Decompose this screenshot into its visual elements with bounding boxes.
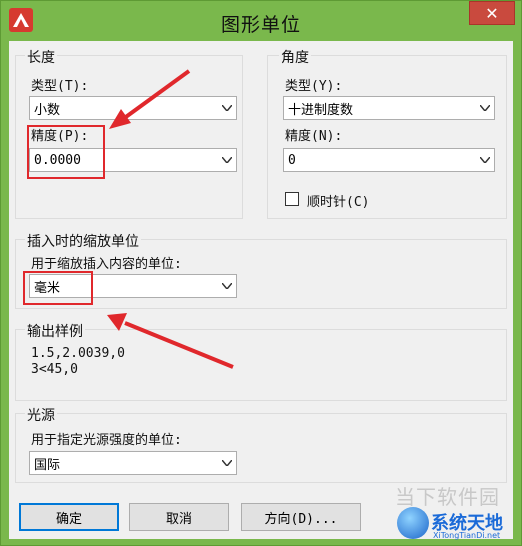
insertion-units-label: 用于缩放插入内容的单位: bbox=[31, 257, 182, 272]
annotation-box-insertion-units bbox=[23, 271, 93, 305]
angle-type-select[interactable]: 十进制度数 bbox=[283, 96, 495, 120]
watermark: 当下软件园 系统天地 XiTongTianDi.net bbox=[361, 479, 521, 543]
lighting-units-label: 用于指定光源强度的单位: bbox=[31, 433, 182, 448]
sample-output-group bbox=[15, 329, 507, 401]
angle-group-label: 角度 bbox=[279, 47, 311, 67]
cancel-button[interactable]: 取消 bbox=[129, 503, 229, 531]
length-group-label: 长度 bbox=[25, 47, 57, 67]
watermark-text-1: 当下软件园 bbox=[395, 485, 500, 509]
sample-output-line-1: 1.5,2.0039,0 bbox=[31, 346, 125, 361]
angle-type-label: 类型(Y): bbox=[285, 79, 343, 94]
annotation-box-precision bbox=[27, 125, 105, 179]
chevron-down-icon bbox=[476, 149, 494, 171]
direction-button[interactable]: 方向(D)... bbox=[241, 503, 361, 531]
dialog-body: 长度 类型(T): 小数 精度(P): 0.0000 角度 类型(Y): 十进制… bbox=[9, 41, 513, 539]
length-type-value: 小数 bbox=[34, 102, 61, 118]
lighting-units-select[interactable]: 国际 bbox=[29, 451, 237, 475]
angle-precision-select[interactable]: 0 bbox=[283, 148, 495, 172]
title-bar[interactable]: 图形单位 ✕ bbox=[1, 1, 521, 41]
chevron-down-icon bbox=[476, 97, 494, 119]
insertion-scale-group-label: 插入时的缩放单位 bbox=[25, 231, 141, 251]
angle-type-value: 十进制度数 bbox=[288, 102, 354, 118]
sample-output-line-2: 3<45,0 bbox=[31, 362, 78, 377]
close-button[interactable]: ✕ bbox=[469, 1, 515, 25]
lighting-group-label: 光源 bbox=[25, 405, 57, 425]
units-dialog: 图形单位 ✕ 长度 类型(T): 小数 精度(P): 0.0000 角度 类型(… bbox=[0, 0, 522, 546]
ok-button[interactable]: 确定 bbox=[19, 503, 119, 531]
globe-logo-icon bbox=[397, 507, 429, 539]
lighting-units-value: 国际 bbox=[34, 457, 61, 473]
chevron-down-icon bbox=[218, 452, 236, 474]
length-type-label: 类型(T): bbox=[31, 79, 89, 94]
chevron-down-icon bbox=[218, 149, 236, 171]
length-type-select[interactable]: 小数 bbox=[29, 96, 237, 120]
clockwise-label[interactable]: 顺时针(C) bbox=[307, 191, 369, 210]
chevron-down-icon bbox=[218, 275, 236, 297]
sample-output-group-label: 输出样例 bbox=[25, 321, 85, 341]
dialog-title: 图形单位 bbox=[220, 14, 301, 36]
angle-precision-value: 0 bbox=[288, 152, 296, 168]
close-icon: ✕ bbox=[485, 3, 499, 23]
angle-precision-label: 精度(N): bbox=[285, 129, 343, 144]
watermark-text-3: XiTongTianDi.net bbox=[433, 531, 501, 540]
clockwise-checkbox[interactable] bbox=[285, 192, 299, 206]
chevron-down-icon bbox=[218, 97, 236, 119]
